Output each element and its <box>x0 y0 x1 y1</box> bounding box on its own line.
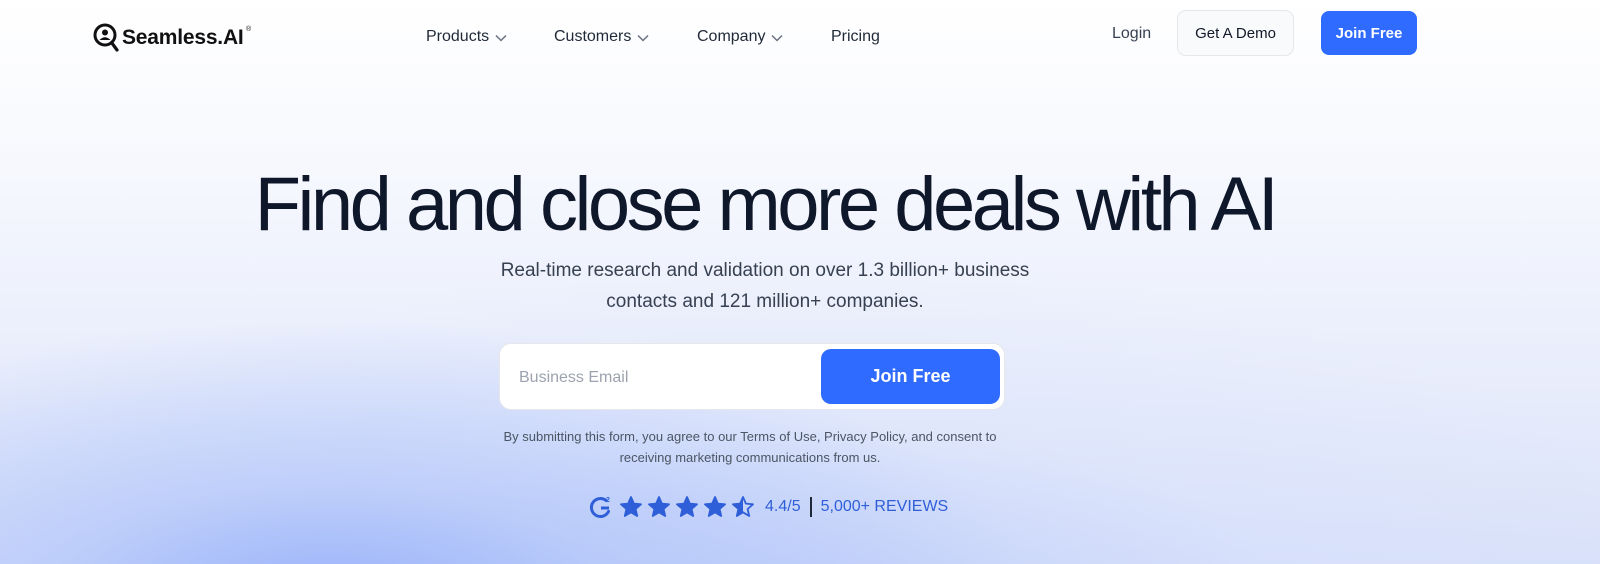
nav-company[interactable]: Company <box>697 28 784 46</box>
nav-pricing-label: Pricing <box>831 28 880 45</box>
disclaimer-line-1: By submitting this form, you agree to ou… <box>495 426 1005 447</box>
star-full-icon <box>620 496 642 517</box>
nav-customers-label: Customers <box>554 28 632 45</box>
magnifier-person-icon <box>93 23 119 52</box>
star-full-icon <box>676 496 698 517</box>
nav-customers[interactable]: Customers <box>554 28 649 46</box>
reviews-count: 5,000+ REVIEWS <box>820 498 949 515</box>
chevron-down-icon <box>495 34 507 42</box>
get-demo-button[interactable]: Get A Demo <box>1177 10 1294 56</box>
terms-of-use-link[interactable]: Terms of Use <box>740 429 817 444</box>
hero-title: Find and close more deals with AI <box>254 162 1279 247</box>
g2-rating[interactable]: 2 4.4/5 5,000+ REVIEWS <box>589 493 948 521</box>
logo[interactable]: Seamless.AI ® <box>93 23 251 53</box>
disclaimer-suffix: , and consent to <box>904 429 997 444</box>
consent-disclaimer: By submitting this form, you agree to ou… <box>495 426 1005 468</box>
star-half-icon <box>732 496 754 517</box>
chevron-down-icon <box>637 34 649 42</box>
registered-mark: ® <box>246 26 252 33</box>
nav-products[interactable]: Products <box>426 28 507 46</box>
join-free-submit-button[interactable]: Join Free <box>821 349 1000 404</box>
logo-text: Seamless.AI <box>122 26 244 49</box>
star-full-icon <box>704 496 726 517</box>
hero-subtitle-line-1: Real-time research and validation on ove… <box>500 260 1030 281</box>
business-email-input[interactable] <box>517 358 821 398</box>
hero-subtitle-line-2: contacts and 121 million+ companies. <box>606 291 924 312</box>
nav-pricing[interactable]: Pricing <box>831 28 880 46</box>
join-free-header-button[interactable]: Join Free <box>1321 11 1417 55</box>
login-link[interactable]: Login <box>1112 25 1151 43</box>
svg-text:2: 2 <box>606 497 610 504</box>
rating-separator <box>809 497 812 517</box>
g2-icon: 2 <box>589 497 610 518</box>
nav-products-label: Products <box>426 28 490 45</box>
disclaimer-prefix: By submitting this form, you agree to ou… <box>503 429 741 444</box>
privacy-policy-link[interactable]: Privacy Policy <box>824 429 904 444</box>
star-rating <box>619 495 759 519</box>
disclaimer-line-2: receiving marketing communications from … <box>619 450 881 465</box>
rating-score: 4.4/5 <box>765 498 801 515</box>
site-header: Seamless.AI ® Products Customers Company… <box>0 0 1600 74</box>
hero-subtitle: Real-time research and validation on ove… <box>465 255 1065 317</box>
nav-company-label: Company <box>697 28 766 45</box>
chevron-down-icon <box>771 34 784 42</box>
star-full-icon <box>648 496 670 517</box>
disclaimer-comma: , <box>816 429 825 444</box>
signup-form: Join Free <box>499 343 1005 410</box>
